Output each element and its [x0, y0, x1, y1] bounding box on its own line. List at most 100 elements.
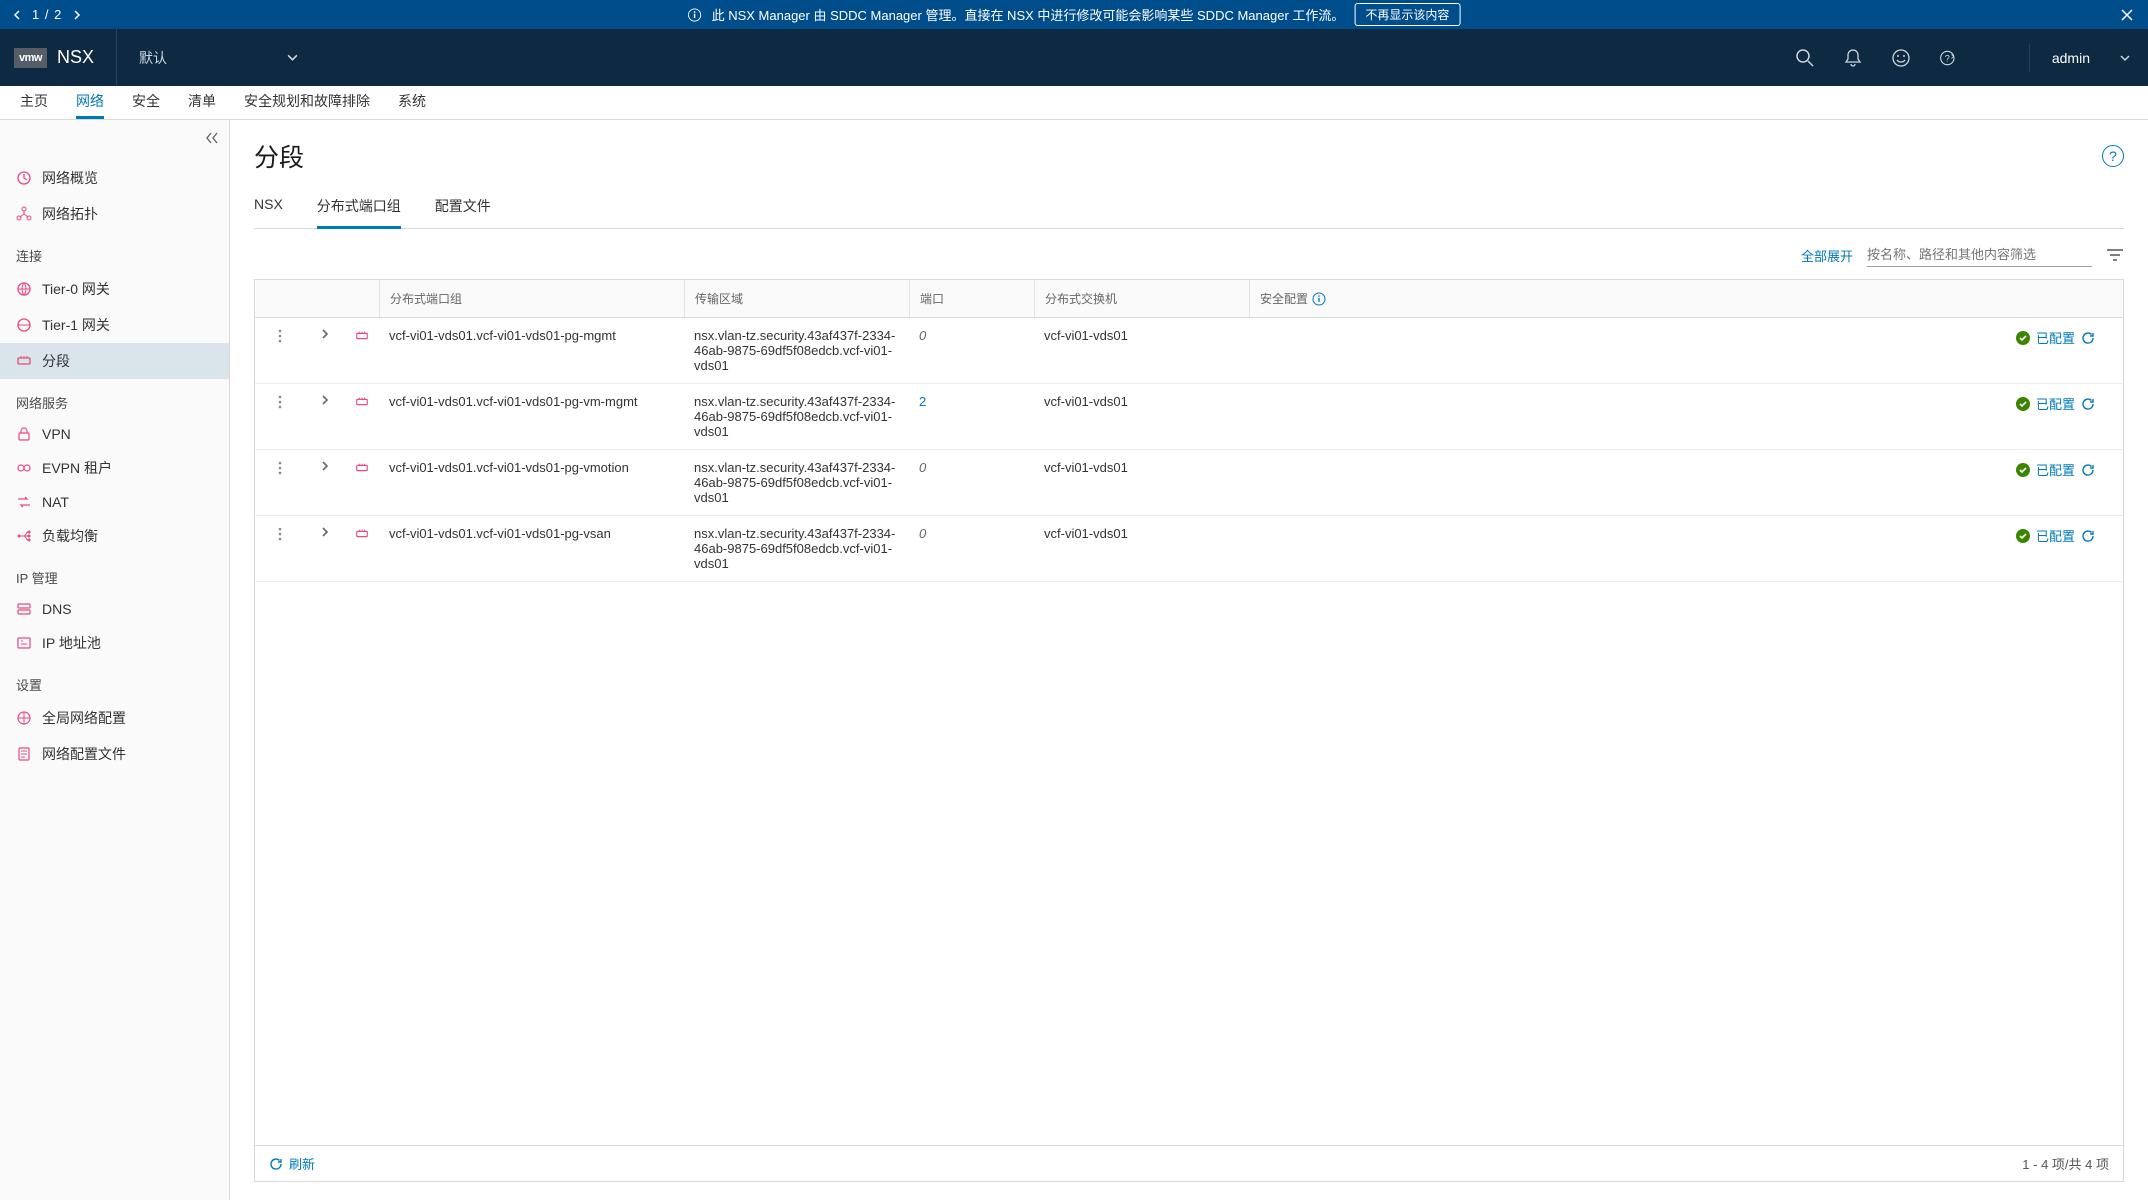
- cell-zone: nsx.vlan-tz.security.43af437f-2334-46ab-…: [684, 318, 909, 383]
- evpn-icon: [16, 460, 32, 476]
- subtab-dvpg[interactable]: 分布式端口组: [317, 190, 401, 229]
- sidebar-item-label: 全局网络配置: [42, 708, 126, 728]
- banner-next-icon[interactable]: [72, 10, 82, 20]
- info-icon[interactable]: [1312, 292, 1326, 306]
- tab-inventory[interactable]: 清单: [188, 86, 216, 119]
- help-button[interactable]: ?: [1925, 29, 1973, 86]
- expand-row-icon[interactable]: [319, 328, 331, 340]
- topology-icon: [16, 206, 32, 222]
- theme-toggle[interactable]: [1973, 29, 2021, 86]
- sidebar-item-dns[interactable]: DNS: [0, 593, 229, 625]
- sidebar-group-ip: IP 管理: [0, 554, 229, 593]
- row-actions-icon[interactable]: [273, 526, 287, 542]
- sidebar-group-settings: 设置: [0, 661, 229, 700]
- sidebar-item-label: Tier-0 网关: [42, 279, 110, 299]
- sidebar-collapse-icon[interactable]: [205, 132, 219, 144]
- vmw-logo: vmw: [14, 48, 47, 68]
- sidebar-item-label: Tier-1 网关: [42, 315, 110, 335]
- cell-switch: vcf-vi01-vds01: [1034, 450, 1249, 485]
- refresh-icon[interactable]: [2081, 331, 2095, 345]
- info-icon: [688, 8, 702, 22]
- th-switch[interactable]: 分布式交换机: [1034, 280, 1249, 317]
- sidebar-item-topology[interactable]: 网络拓扑: [0, 196, 229, 232]
- banner-dismiss-button[interactable]: 不再显示该内容: [1354, 3, 1460, 26]
- page-title: 分段: [254, 138, 304, 174]
- tab-home[interactable]: 主页: [20, 86, 48, 119]
- cell-port[interactable]: 2: [909, 384, 1034, 419]
- expand-row-icon[interactable]: [319, 394, 331, 406]
- portgroup-icon: [355, 460, 369, 476]
- filter-icon[interactable]: [2106, 248, 2124, 262]
- refresh-icon[interactable]: [2081, 397, 2095, 411]
- sidebar-item-label: DNS: [42, 601, 72, 617]
- subtab-nsx[interactable]: NSX: [254, 190, 283, 229]
- ippool-icon: [16, 635, 32, 651]
- user-name: admin: [2052, 50, 2090, 66]
- row-actions-icon[interactable]: [273, 460, 287, 476]
- sidebar-item-evpn[interactable]: EVPN 租户: [0, 450, 229, 486]
- cell-switch: vcf-vi01-vds01: [1034, 384, 1249, 419]
- sidebar-item-lb[interactable]: 负载均衡: [0, 518, 229, 554]
- toolbar: 全部展开: [254, 243, 2124, 267]
- th-security[interactable]: 安全配置: [1249, 280, 2123, 317]
- security-status-link[interactable]: 已配置: [2036, 460, 2075, 479]
- notifications-button[interactable]: [1829, 29, 1877, 86]
- tab-network[interactable]: 网络: [76, 86, 104, 119]
- app-header: vmw NSX 默认 ? admin: [0, 29, 2148, 86]
- refresh-icon[interactable]: [2081, 463, 2095, 477]
- th-port[interactable]: 端口: [909, 280, 1034, 317]
- table-footer: 刷新 1 - 4 项/共 4 项: [255, 1145, 2123, 1181]
- close-icon[interactable]: [2120, 8, 2134, 22]
- sidebar-item-nat[interactable]: NAT: [0, 486, 229, 518]
- cell-name: vcf-vi01-vds01.vcf-vi01-vds01-pg-vmotion: [379, 450, 684, 485]
- sidebar-item-segments[interactable]: 分段: [0, 343, 229, 379]
- expand-all-link[interactable]: 全部展开: [1801, 246, 1853, 265]
- feedback-button[interactable]: [1877, 29, 1925, 86]
- th-zone[interactable]: 传输区域: [684, 280, 909, 317]
- refresh-button[interactable]: 刷新: [269, 1154, 315, 1173]
- context-selector[interactable]: 默认: [117, 48, 320, 68]
- table-row: vcf-vi01-vds01.vcf-vi01-vds01-pg-vmotion…: [255, 450, 2123, 516]
- success-icon: [2016, 529, 2030, 543]
- expand-row-icon[interactable]: [319, 460, 331, 472]
- row-actions-icon[interactable]: [273, 394, 287, 410]
- cell-zone: nsx.vlan-tz.security.43af437f-2334-46ab-…: [684, 450, 909, 515]
- refresh-icon[interactable]: [2081, 529, 2095, 543]
- banner-position: 1 / 2: [32, 7, 62, 22]
- row-count: 1 - 4 项/共 4 项: [2022, 1154, 2109, 1173]
- tab-security[interactable]: 安全: [132, 86, 160, 119]
- cell-switch: vcf-vi01-vds01: [1034, 516, 1249, 551]
- sidebar-item-label: 分段: [42, 351, 70, 371]
- sidebar-item-ippool[interactable]: IP 地址池: [0, 625, 229, 661]
- refresh-icon: [269, 1157, 283, 1171]
- sidebar-item-tier0[interactable]: Tier-0 网关: [0, 271, 229, 307]
- user-menu[interactable]: admin: [2038, 50, 2148, 66]
- security-status-link[interactable]: 已配置: [2036, 328, 2075, 347]
- subtab-profiles[interactable]: 配置文件: [435, 190, 491, 229]
- dns-icon: [16, 601, 32, 617]
- filter-input[interactable]: [1867, 243, 2092, 267]
- expand-row-icon[interactable]: [319, 526, 331, 538]
- top-tabs: 主页 网络 安全 清单 安全规划和故障排除 系统: [0, 86, 2148, 120]
- sidebar-item-overview[interactable]: 网络概览: [0, 160, 229, 196]
- row-actions-icon[interactable]: [273, 328, 287, 344]
- sidebar-item-vpn[interactable]: VPN: [0, 418, 229, 450]
- product-name: NSX: [57, 47, 94, 68]
- context-label: 默认: [139, 48, 167, 68]
- search-button[interactable]: [1781, 29, 1829, 86]
- banner-prev-icon[interactable]: [12, 10, 22, 20]
- bell-icon: [1843, 48, 1863, 68]
- sidebar-item-label: 网络配置文件: [42, 744, 126, 764]
- security-status-link[interactable]: 已配置: [2036, 394, 2075, 413]
- cell-name: vcf-vi01-vds01.vcf-vi01-vds01-pg-vsan: [379, 516, 684, 551]
- page-help-button[interactable]: ?: [2102, 145, 2124, 167]
- sidebar-item-global[interactable]: 全局网络配置: [0, 700, 229, 736]
- tab-system[interactable]: 系统: [398, 86, 426, 119]
- sidebar-item-tier1[interactable]: Tier-1 网关: [0, 307, 229, 343]
- tab-planning[interactable]: 安全规划和故障排除: [244, 86, 370, 119]
- sidebar-item-label: EVPN 租户: [42, 458, 112, 478]
- sidebar-item-label: 负载均衡: [42, 526, 98, 546]
- th-name[interactable]: 分布式端口组: [379, 280, 684, 317]
- security-status-link[interactable]: 已配置: [2036, 526, 2075, 545]
- sidebar-item-profile[interactable]: 网络配置文件: [0, 736, 229, 772]
